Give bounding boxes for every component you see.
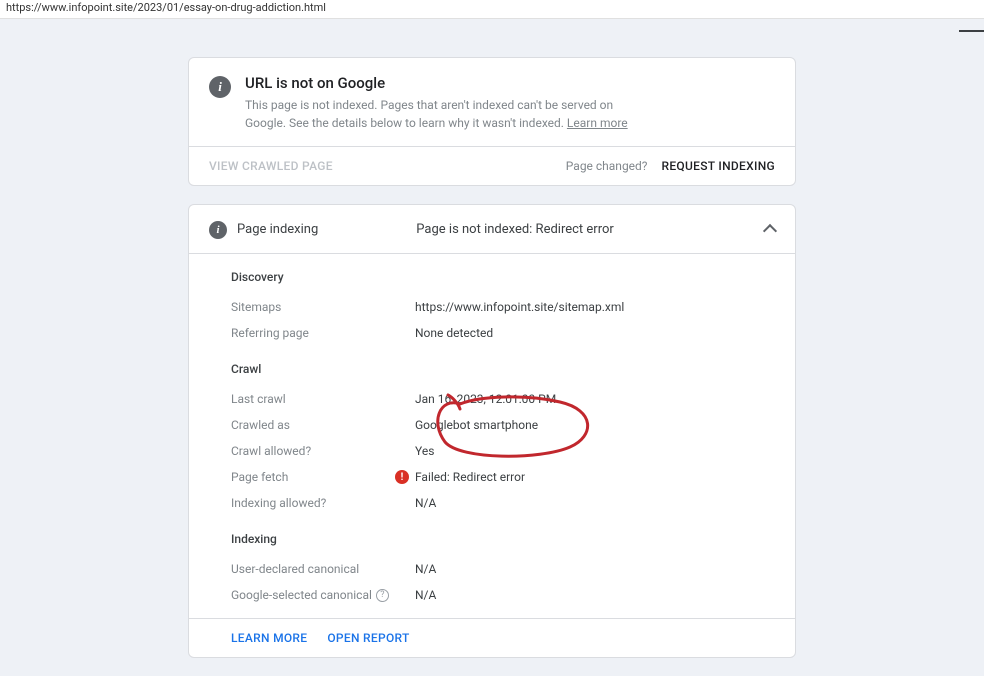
crawl-allowed-row: Crawl allowed? Yes <box>231 438 775 464</box>
last-crawl-value: Jan 16, 2023, 12:01:00 PM <box>415 392 556 406</box>
user-canonical-row: User-declared canonical N/A <box>231 556 775 582</box>
indexing-heading: Indexing <box>231 516 775 556</box>
indexing-panel: i Page indexing Page is not indexed: Red… <box>188 204 796 658</box>
status-title: URL is not on Google <box>245 74 645 92</box>
request-indexing-button[interactable]: REQUEST INDEXING <box>661 159 775 173</box>
sitemaps-value: https://www.infopoint.site/sitemap.xml <box>415 300 624 314</box>
page-fetch-label: Page fetch <box>231 470 415 484</box>
content-column: i URL is not on Google This page is not … <box>188 57 796 676</box>
status-card: i URL is not on Google This page is not … <box>188 57 796 186</box>
crawl-heading: Crawl <box>231 346 775 386</box>
referring-value: None detected <box>415 326 493 340</box>
google-canonical-label-text: Google-selected canonical <box>231 588 372 602</box>
error-icon: ! <box>395 470 409 484</box>
google-canonical-value: N/A <box>415 588 436 602</box>
status-text: URL is not on Google This page is not in… <box>245 74 645 132</box>
help-icon[interactable]: ? <box>376 589 389 602</box>
crawl-allowed-value: Yes <box>415 444 434 458</box>
referring-label: Referring page <box>231 326 415 340</box>
info-icon: i <box>209 221 227 239</box>
sitemaps-row: Sitemaps https://www.infopoint.site/site… <box>231 294 775 320</box>
discovery-heading: Discovery <box>231 254 775 294</box>
panel-status: Page is not indexed: Redirect error <box>356 222 765 237</box>
google-canonical-label: Google-selected canonical ? <box>231 588 415 602</box>
info-icon: i <box>209 76 231 98</box>
main-content: i URL is not on Google This page is not … <box>0 19 984 676</box>
learn-more-link[interactable]: Learn more <box>567 116 628 130</box>
last-crawl-row: Last crawl Jan 16, 2023, 12:01:00 PM <box>231 386 775 412</box>
page-changed-label: Page changed? <box>566 159 648 173</box>
view-crawled-page-button: VIEW CRAWLED PAGE <box>209 159 333 173</box>
crawled-as-value: Googlebot smartphone <box>415 418 538 432</box>
user-canonical-value: N/A <box>415 562 436 576</box>
panel-title: Page indexing <box>237 222 318 237</box>
sitemaps-label: Sitemaps <box>231 300 415 314</box>
top-right-divider <box>959 30 984 32</box>
page-fetch-value: ! Failed: Redirect error <box>415 470 525 484</box>
crawled-as-row: Crawled as Googlebot smartphone <box>231 412 775 438</box>
indexing-allowed-label: Indexing allowed? <box>231 496 415 510</box>
learn-more-button[interactable]: LEARN MORE <box>231 631 307 645</box>
indexing-allowed-value: N/A <box>415 496 436 510</box>
page-fetch-text: Failed: Redirect error <box>415 470 525 484</box>
google-canonical-row: Google-selected canonical ? N/A <box>231 582 775 618</box>
panel-actions: LEARN MORE OPEN REPORT <box>189 618 795 657</box>
page-fetch-row: Page fetch ! Failed: Redirect error <box>231 464 775 490</box>
indexing-allowed-row: Indexing allowed? N/A <box>231 490 775 516</box>
open-report-button[interactable]: OPEN REPORT <box>327 631 409 645</box>
status-body: i URL is not on Google This page is not … <box>189 58 795 146</box>
crawl-allowed-label: Crawl allowed? <box>231 444 415 458</box>
crawled-as-label: Crawled as <box>231 418 415 432</box>
right-actions: Page changed? REQUEST INDEXING <box>566 159 775 173</box>
inspected-url: https://www.infopoint.site/2023/01/essay… <box>6 1 326 14</box>
panel-header[interactable]: i Page indexing Page is not indexed: Red… <box>189 205 795 254</box>
user-canonical-label: User-declared canonical <box>231 562 415 576</box>
status-actions: VIEW CRAWLED PAGE Page changed? REQUEST … <box>189 146 795 185</box>
status-desc-text: This page is not indexed. Pages that are… <box>245 98 613 130</box>
panel-body: Discovery Sitemaps https://www.infopoint… <box>189 254 795 618</box>
chevron-up-icon <box>763 224 777 238</box>
referring-row: Referring page None detected <box>231 320 775 346</box>
last-crawl-label: Last crawl <box>231 392 415 406</box>
url-bar: https://www.infopoint.site/2023/01/essay… <box>0 0 984 19</box>
status-description: This page is not indexed. Pages that are… <box>245 96 645 132</box>
